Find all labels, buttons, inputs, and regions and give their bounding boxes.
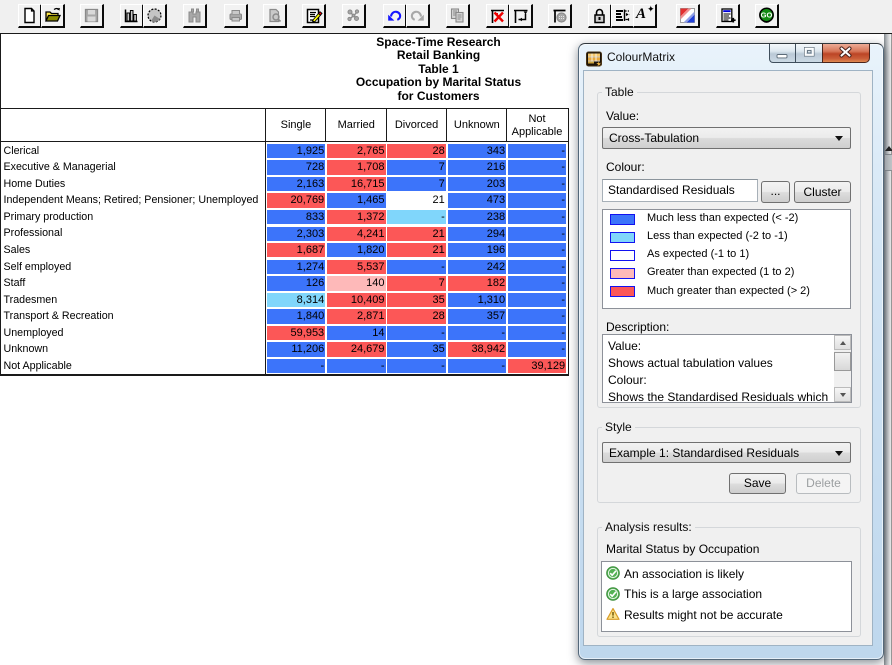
svg-text:GO: GO <box>761 11 773 20</box>
